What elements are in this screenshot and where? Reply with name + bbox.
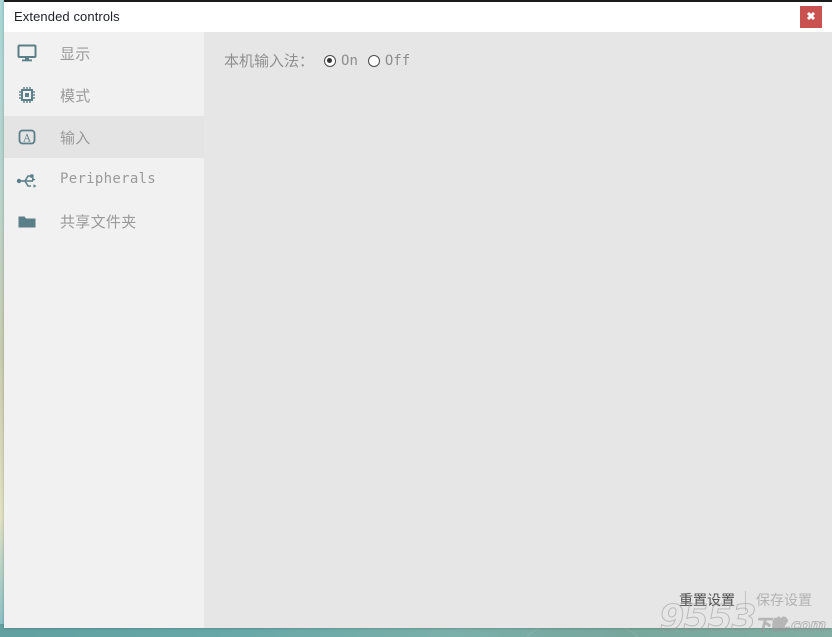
folder-icon: [12, 208, 42, 234]
sidebar-item-label: Peripherals: [60, 171, 157, 187]
monitor-icon: [12, 40, 42, 66]
window-body: 显示 模式 A 输入 Peripherals 共享文件夹 本机输入法： On O…: [4, 32, 832, 628]
radio-option-off[interactable]: Off: [367, 52, 411, 69]
radio-dot-off[interactable]: [367, 54, 380, 67]
sidebar-nav: 显示 模式 A 输入 Peripherals 共享文件夹: [4, 32, 204, 628]
input-method-setting-row: 本机输入法： On Off: [224, 50, 410, 71]
sidebar-item-label: 输入: [60, 128, 91, 147]
sidebar-item-display[interactable]: 显示: [4, 32, 204, 74]
sidebar-item-input[interactable]: A 输入: [4, 116, 204, 158]
reset-settings-button[interactable]: 重置设置: [673, 590, 741, 612]
window-titlebar: Extended controls ✖: [4, 0, 832, 32]
button-separator: [745, 591, 746, 611]
extended-controls-window: Extended controls ✖ 显示 模式 A 输入 Periphera…: [4, 0, 832, 628]
cpu-chip-icon: [12, 82, 42, 108]
sidebar-item-peripherals[interactable]: Peripherals: [4, 158, 204, 200]
svg-text:A: A: [22, 133, 31, 144]
footer-actions: 重置设置 保存设置: [673, 590, 818, 612]
sidebar-item-label: 模式: [60, 86, 91, 105]
desktop-background: Extended controls ✖ 显示 模式 A 输入 Periphera…: [0, 0, 832, 637]
keyboard-letter-a-icon: A: [12, 124, 42, 150]
radio-dot-on[interactable]: [324, 54, 337, 67]
content-panel: 本机输入法： On Off 重置设置 保存设置: [204, 32, 832, 628]
usb-icon: [12, 166, 42, 192]
sidebar-item-label: 显示: [60, 44, 91, 63]
sidebar-item-shared-folder[interactable]: 共享文件夹: [4, 200, 204, 242]
window-title: Extended controls: [14, 9, 120, 24]
close-icon[interactable]: ✖: [800, 6, 822, 28]
sidebar-item-label: 共享文件夹: [60, 212, 137, 231]
save-settings-button: 保存设置: [750, 590, 818, 612]
sidebar-item-cellular[interactable]: 模式: [4, 74, 204, 116]
radio-label-off: Off: [384, 52, 411, 69]
radio-label-on: On: [341, 52, 358, 69]
input-method-label: 本机输入法：: [224, 52, 315, 70]
radio-option-on[interactable]: On: [324, 53, 358, 69]
